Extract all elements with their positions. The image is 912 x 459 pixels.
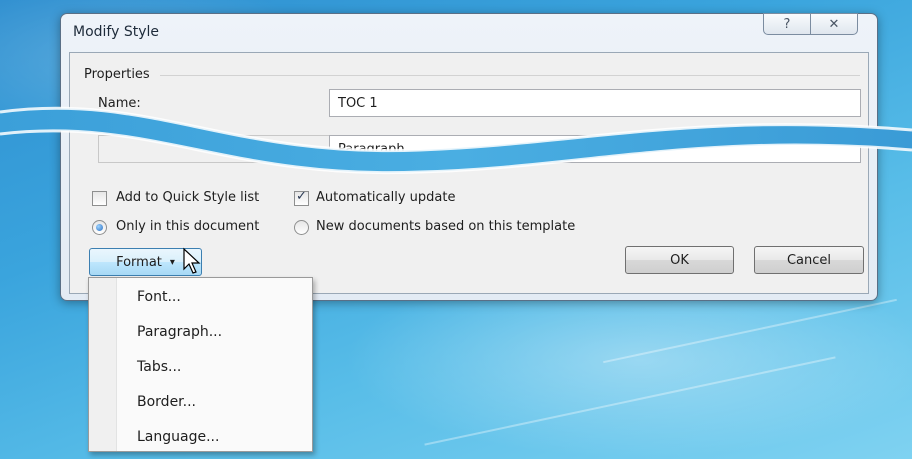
menu-item-language[interactable]: Language... <box>137 429 219 445</box>
menu-item-font[interactable]: Font... <box>137 289 181 305</box>
menu-item-paragraph[interactable]: Paragraph... <box>137 324 222 340</box>
menu-item-border[interactable]: Border... <box>137 394 196 410</box>
format-dropdown-menu: Font... Paragraph... Tabs... Border... L… <box>88 277 313 452</box>
menu-item-tabs[interactable]: Tabs... <box>137 359 181 375</box>
menu-icon-gutter <box>89 278 117 451</box>
mouse-cursor-icon <box>183 247 201 274</box>
